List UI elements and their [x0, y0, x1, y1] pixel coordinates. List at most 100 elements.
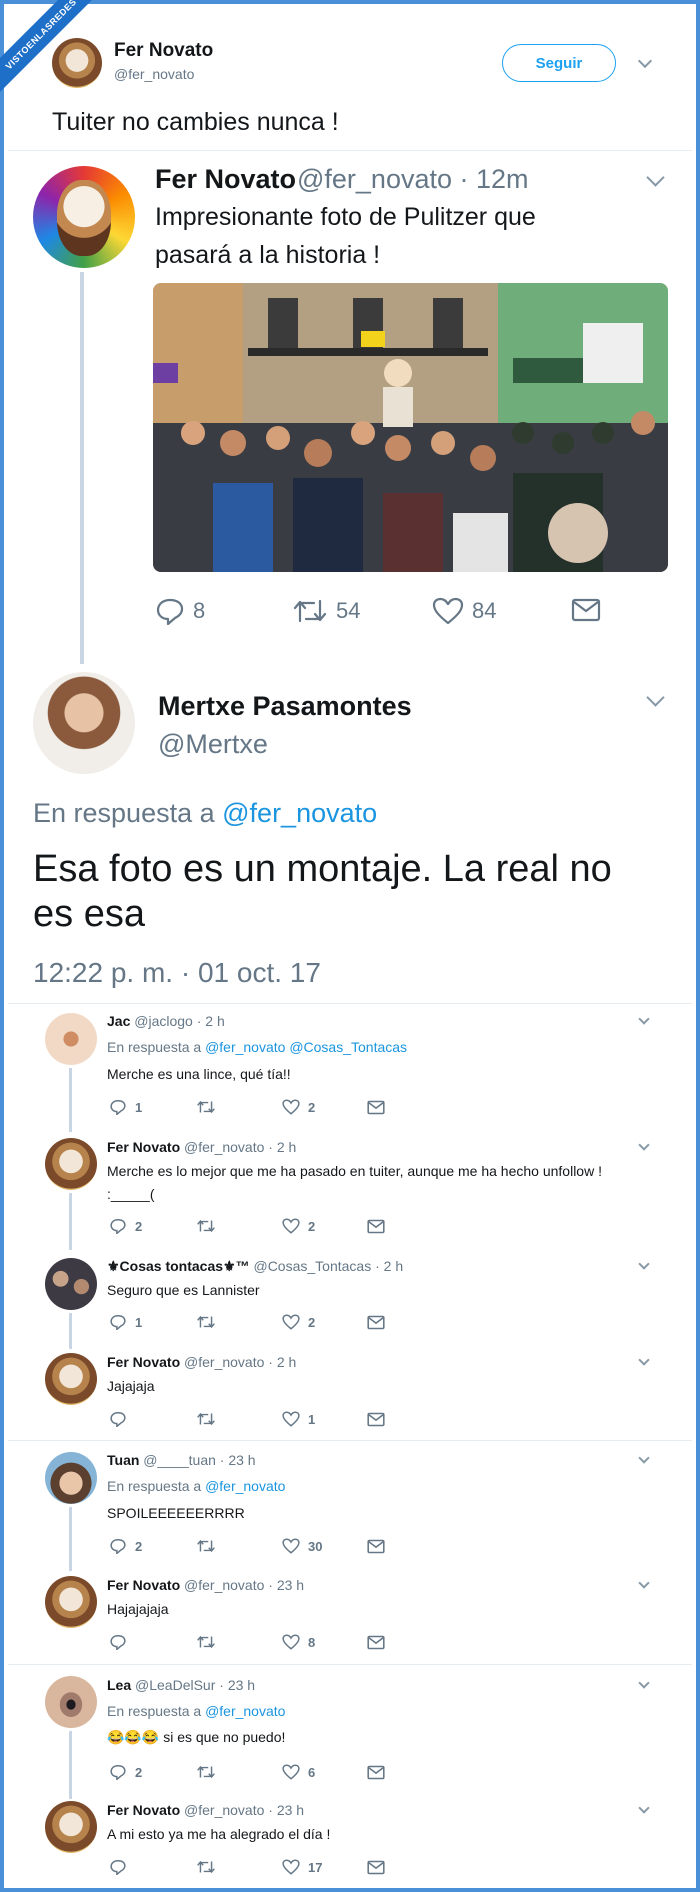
avatar[interactable] [33, 672, 135, 774]
reply-to-link[interactable]: @fer_novato [205, 1703, 285, 1719]
reply-meta[interactable]: @LeaDelSur · 23 h [135, 1677, 255, 1693]
reply-action[interactable]: 8 [155, 597, 205, 625]
like-action[interactable]: 17 [282, 1859, 322, 1875]
avatar[interactable] [45, 1258, 97, 1310]
reply-prefix: En respuesta a [33, 798, 215, 828]
retweet-action[interactable] [196, 1314, 224, 1330]
reply-to-link[interactable]: @fer_novato [205, 1478, 285, 1494]
envelope-icon [367, 1860, 385, 1875]
retweet-action[interactable] [196, 1099, 224, 1115]
reply-meta[interactable]: @fer_novato · 23 h [184, 1802, 304, 1818]
reply-author[interactable]: Lea [107, 1677, 131, 1693]
main-reply-context: En respuesta a @fer_novato [33, 798, 377, 829]
reply-author[interactable]: Jac [107, 1013, 130, 1029]
reply-author[interactable]: Fer Novato [107, 1802, 180, 1818]
avatar[interactable] [45, 1452, 97, 1504]
envelope-icon [367, 1635, 385, 1650]
envelope-icon [367, 1539, 385, 1554]
main-timestamp[interactable]: 12:22 p. m. · 01 oct. 17 [33, 957, 321, 989]
follow-button[interactable]: Seguir [502, 44, 616, 82]
header-handle[interactable]: @fer_novato [114, 66, 194, 82]
avatar[interactable] [45, 1801, 97, 1853]
message-action[interactable] [367, 1539, 385, 1554]
like-action[interactable]: 8 [282, 1634, 315, 1650]
message-action[interactable] [367, 1219, 385, 1234]
reply-action[interactable]: 1 [109, 1099, 142, 1115]
reply-icon [110, 1634, 126, 1650]
reply-meta[interactable]: @Cosas_Tontacas · 2 h [253, 1258, 403, 1274]
like-action[interactable]: 30 [282, 1538, 322, 1554]
reply-action[interactable] [109, 1859, 135, 1875]
like-action[interactable]: 2 [282, 1314, 315, 1330]
retweet-icon [197, 1100, 215, 1114]
message-action[interactable] [367, 1315, 385, 1330]
quoted-name[interactable]: Fer Novato [155, 164, 296, 195]
reply-action[interactable]: 1 [109, 1314, 142, 1330]
reply-to-link[interactable]: @fer_novato [222, 798, 377, 828]
retweet-action[interactable] [196, 1859, 224, 1875]
heart-icon [432, 597, 464, 625]
heart-icon [282, 1099, 300, 1115]
reply-meta[interactable]: @fer_novato · 23 h [184, 1577, 304, 1593]
message-action[interactable] [367, 1100, 385, 1115]
retweet-action[interactable]: 54 [292, 597, 360, 625]
reply-author[interactable]: ⚜Cosas tontacas⚜™ [107, 1258, 250, 1274]
avatar[interactable] [45, 1013, 97, 1065]
reply-count: 1 [135, 1099, 143, 1115]
retweet-action[interactable] [196, 1411, 224, 1427]
like-action[interactable]: 1 [282, 1411, 315, 1427]
like-action[interactable]: 2 [282, 1218, 315, 1234]
reply-count: 2 [135, 1764, 143, 1780]
main-handle[interactable]: @Mertxe [158, 729, 268, 760]
reply-action[interactable]: 2 [109, 1218, 142, 1234]
reply-action[interactable]: 2 [109, 1764, 142, 1780]
reply-meta[interactable]: @____tuan · 23 h [143, 1452, 255, 1468]
reply-author[interactable]: Tuan [107, 1452, 139, 1468]
reply-author[interactable]: Fer Novato [107, 1577, 180, 1593]
reply-meta[interactable]: @fer_novato · 2 h [184, 1139, 296, 1155]
message-action[interactable] [367, 1765, 385, 1780]
retweet-action[interactable] [196, 1218, 224, 1234]
main-name[interactable]: Mertxe Pasamontes [158, 691, 412, 722]
reply-action[interactable] [109, 1634, 135, 1650]
avatar[interactable] [52, 38, 102, 88]
reply-meta[interactable]: @jaclogo · 2 h [134, 1013, 224, 1029]
reply-meta[interactable]: @fer_novato · 2 h [184, 1354, 296, 1370]
like-action[interactable]: 2 [282, 1099, 315, 1115]
avatar[interactable] [45, 1676, 97, 1728]
like-action[interactable]: 6 [282, 1764, 315, 1780]
divider [8, 150, 692, 151]
reply-icon [110, 1538, 126, 1554]
heart-icon [282, 1218, 300, 1234]
retweet-action[interactable] [196, 1764, 224, 1780]
reply-text: Merche es lo mejor que me ha pasado en t… [107, 1163, 602, 1179]
like-action[interactable]: 84 [432, 597, 496, 625]
reply-header: ⚜Cosas tontacas⚜™ @Cosas_Tontacas · 2 h [107, 1258, 403, 1275]
message-action[interactable] [571, 598, 601, 622]
message-action[interactable] [367, 1412, 385, 1427]
reply-action[interactable] [109, 1411, 135, 1427]
message-action[interactable] [367, 1860, 385, 1875]
avatar[interactable] [45, 1138, 97, 1190]
message-action[interactable] [367, 1635, 385, 1650]
reply-author[interactable]: Fer Novato [107, 1139, 180, 1155]
reply-author[interactable]: Fer Novato [107, 1354, 180, 1370]
thread-line [69, 1507, 72, 1571]
reply-text: Merche es una lince, qué tía!! [107, 1066, 291, 1082]
retweet-action[interactable] [196, 1538, 224, 1554]
reply-icon [110, 1859, 126, 1875]
avatar[interactable] [45, 1576, 97, 1628]
quoted-text-line2: pasará a la historia ! [155, 241, 381, 269]
reply-text-line2: :_____( [107, 1186, 155, 1202]
header-name[interactable]: Fer Novato [114, 40, 213, 62]
tweet-photo[interactable] [153, 283, 668, 572]
reply-action[interactable]: 2 [109, 1538, 142, 1554]
reply-icon [110, 1218, 126, 1234]
retweet-action[interactable] [196, 1634, 224, 1650]
reply-to-link[interactable]: @fer_novato @Cosas_Tontacas [205, 1039, 407, 1055]
retweet-icon [197, 1765, 215, 1779]
avatar[interactable] [33, 166, 135, 268]
quoted-text-line1: Impresionante foto de Pulitzer que [155, 203, 536, 231]
quoted-meta[interactable]: @fer_novato · 12m [297, 164, 529, 195]
avatar[interactable] [45, 1353, 97, 1405]
